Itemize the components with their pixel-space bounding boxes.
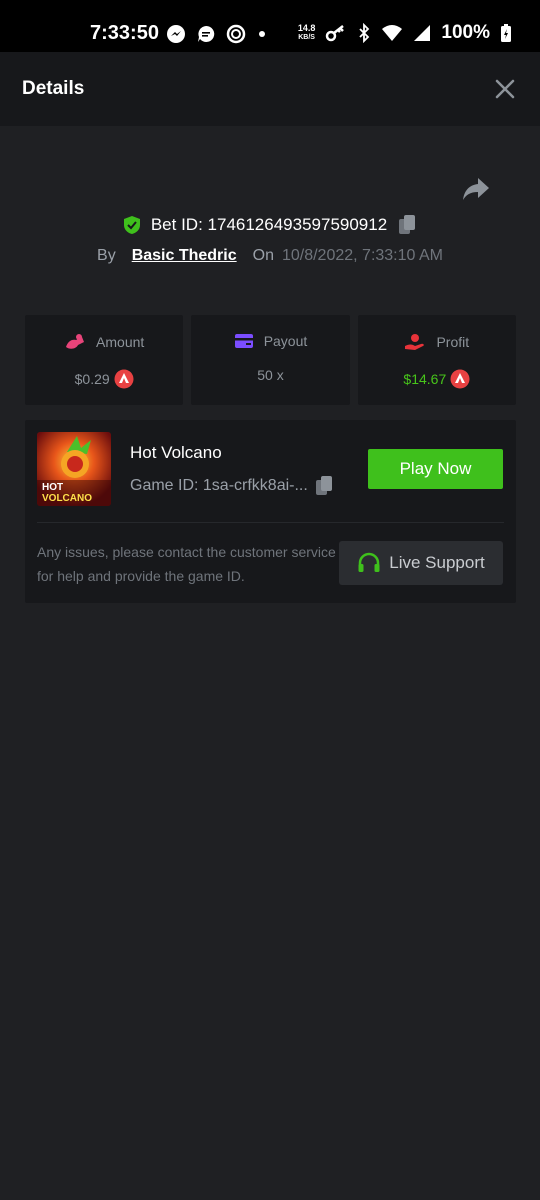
network-speed-value: 14.8 <box>297 23 316 33</box>
headset-icon <box>358 552 380 572</box>
wifi-icon <box>382 25 403 41</box>
bet-date: 10/8/2022, 7:33:10 AM <box>281 247 443 264</box>
copy-icon[interactable] <box>397 214 417 236</box>
bet-user-link[interactable]: Basic Thedric <box>132 247 237 265</box>
stat-amount: Amount $0.29 <box>25 315 184 405</box>
battery-percent: 100% <box>441 22 490 43</box>
stat-profit-label: Profit <box>436 334 470 350</box>
stat-profit-header: Profit <box>404 333 469 351</box>
play-now-button[interactable]: Play Now <box>368 449 503 489</box>
bluetooth-icon <box>359 23 370 43</box>
thumb-line2: VOLCANO <box>42 493 92 504</box>
status-time: 7:33:50 <box>90 22 159 44</box>
stat-profit-value-row: $14.67 <box>403 369 470 389</box>
share-button[interactable] <box>462 176 490 202</box>
status-bar: 7:33:50 14.8 KB/S 100% <box>0 0 540 60</box>
app-ring-icon <box>226 24 246 44</box>
divider <box>37 522 504 523</box>
bet-meta-row: By Basic Thedric On 10/8/2022, 7:33:10 A… <box>0 247 540 265</box>
close-button[interactable] <box>494 78 516 100</box>
avax-coin-icon <box>114 369 134 389</box>
battery-charging-icon <box>501 24 511 42</box>
stat-payout-label: Payout <box>263 333 308 349</box>
game-id-row: Game ID: 1sa-crfkk8ai-... <box>130 475 334 497</box>
dot-icon <box>259 31 265 37</box>
stat-profit-value: $14.67 <box>403 371 447 387</box>
share-icon <box>463 178 489 200</box>
stat-amount-label: Amount <box>96 334 145 350</box>
game-name: Hot Volcano <box>130 443 222 462</box>
avax-coin-icon <box>450 369 470 389</box>
stat-amount-header: Amount <box>64 333 144 351</box>
system-icons: 14.8 KB/S 100% <box>298 22 512 44</box>
by-label: By <box>97 247 116 264</box>
bet-id-text: Bet ID: 1746126493597590912 <box>151 215 387 235</box>
game-card: HOT VOLCANO Hot Volcano Game ID: 1sa-crf… <box>25 420 516 603</box>
notification-icons <box>166 24 268 44</box>
stat-payout-value-row: 50 x <box>257 367 283 383</box>
on-label: On <box>252 247 274 264</box>
stat-payout-value: 50 x <box>257 367 284 383</box>
game-id-text: Game ID: 1sa-crfkk8ai-... <box>130 477 308 494</box>
card-icon <box>234 334 253 348</box>
shield-check-icon <box>123 216 140 234</box>
stat-amount-value-row: $0.29 <box>75 369 134 389</box>
network-speed: 14.8 KB/S <box>298 24 316 42</box>
live-support-button[interactable]: Live Support <box>339 541 503 585</box>
chat-icon <box>198 25 215 42</box>
network-speed-unit: KB/S <box>298 34 315 41</box>
profit-hand-icon <box>405 334 425 350</box>
stat-payout-header: Payout <box>234 333 308 349</box>
stat-profit: Profit $14.67 <box>357 315 516 405</box>
thumb-line1: HOT <box>42 482 63 493</box>
bet-id-row: Bet ID: 1746126493597590912 <box>0 214 540 236</box>
messenger-icon <box>167 25 185 43</box>
hot-volcano-thumbnail-image: HOT VOLCANO <box>37 432 111 506</box>
copy-icon[interactable] <box>314 475 334 497</box>
details-header: Details <box>0 52 540 126</box>
key-icon <box>326 25 345 42</box>
signal-icon <box>414 25 431 41</box>
support-info-text: Any issues, please contact the customer … <box>37 544 336 584</box>
bet-stats: Amount $0.29 Payout 50 x Profit $14.67 <box>25 315 516 405</box>
bet-id-value: 1746126493597590912 <box>207 215 388 234</box>
game-thumbnail[interactable]: HOT VOLCANO <box>37 432 111 506</box>
amount-icon <box>66 334 85 349</box>
stat-amount-value: $0.29 <box>74 371 110 387</box>
live-support-label: Live Support <box>389 553 485 572</box>
close-icon <box>495 79 515 99</box>
bet-id-label: Bet ID: <box>150 215 203 234</box>
stat-payout: Payout 50 x <box>191 315 350 405</box>
page-title: Details <box>22 78 85 99</box>
